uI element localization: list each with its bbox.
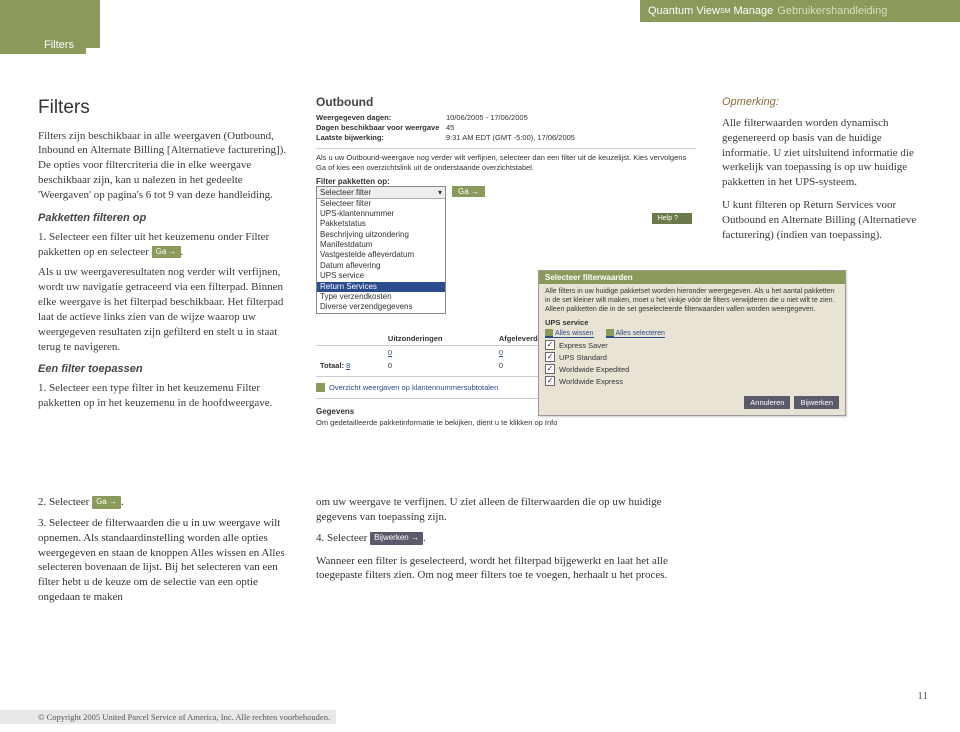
opt-ww-express: Worldwide Express: [559, 377, 623, 386]
bijwerken-button-inline: Bijwerken →: [370, 532, 423, 545]
note-p2: U kunt filteren op Return Services voor …: [722, 198, 930, 243]
checkbox-icon[interactable]: ✓: [545, 364, 555, 374]
cancel-button[interactable]: Annuleren: [744, 396, 790, 409]
clear-text: Alles wissen: [555, 330, 594, 338]
step-2: 2. Selecteer Ga →.: [38, 495, 298, 510]
square-icon: [606, 329, 614, 337]
filter-dropdown[interactable]: Selecteer filter ▾ Selecteer filter UPS-k…: [316, 186, 446, 314]
opt-10[interactable]: Diverse verzendgegevens: [317, 302, 445, 312]
ss-filter-label: Filter pakketten op:: [316, 177, 696, 186]
select-all-text: Alles selecteren: [616, 330, 665, 338]
popup-title: Selecteer filterwaarden: [539, 271, 845, 284]
step-2-text: 2. Selecteer: [38, 496, 92, 508]
go-button-inline: Ga →: [152, 246, 181, 259]
filterpath-paragraph: Als u uw weergaveresultaten nog verder w…: [38, 265, 298, 354]
checkbox-row[interactable]: ✓ Worldwide Express: [545, 376, 839, 386]
ss-title: Outbound: [316, 95, 696, 109]
apply-step-1: 1. Selecteer een type filter in het keuz…: [38, 381, 298, 411]
total-8[interactable]: 8: [346, 361, 350, 370]
go-button-inline: Ga →: [92, 496, 121, 509]
square-icon: [316, 383, 325, 392]
subhead-filter-on: Pakketten filteren op: [38, 211, 298, 226]
opt-4[interactable]: Manifestdatum: [317, 240, 445, 250]
help-label: Help: [658, 215, 672, 222]
meta-label-days: Weergegeven dagen:: [316, 113, 446, 122]
ss-footer-text: Om gedetailleerde pakketinformatie te be…: [316, 418, 696, 427]
opt-1[interactable]: UPS-klantennummer: [317, 209, 445, 219]
help-button[interactable]: Help ?: [652, 213, 692, 224]
popup-link-row: Alles wissen Alles selecteren: [545, 329, 839, 338]
go-button[interactable]: Ga →: [452, 186, 485, 197]
sm-mark: SM: [720, 8, 731, 15]
meta-label-avail: Dagen beschikbaar voor weergave: [316, 123, 446, 132]
total-ex: 0: [384, 359, 495, 372]
opt-ups-standard: UPS Standard: [559, 353, 607, 362]
step-3-continued: om uw weergave te verfijnen. U ziet alle…: [316, 495, 696, 525]
bottom-left-col: 2. Selecteer Ga →. 3. Selecteer de filte…: [38, 495, 298, 611]
th-blank: [316, 332, 384, 346]
module-name: Manage: [734, 5, 774, 17]
meta-value-avail: 45: [446, 123, 696, 132]
th-exceptions: Uitzonderingen: [384, 332, 495, 346]
product-name: Quantum View: [648, 5, 720, 17]
checkbox-icon[interactable]: ✓: [545, 352, 555, 362]
step-3: 3. Selecteer de filterwaarden die u in u…: [38, 516, 298, 605]
chevron-down-icon: ▾: [438, 188, 442, 197]
meta-value-updated: 9:31 AM EDT (GMT -5:00), 17/06/2005: [446, 133, 696, 142]
checkbox-row[interactable]: ✓ UPS Standard: [545, 352, 839, 362]
opt-6[interactable]: Datum aflevering: [317, 261, 445, 271]
popup-subhead: UPS service: [545, 318, 839, 327]
top-bar: Quantum View SM Manage Gebruikershandlei…: [0, 0, 960, 48]
checkbox-row[interactable]: ✓ Worldwide Expedited: [545, 364, 839, 374]
copyright: © Copyright 2005 United Parcel Service o…: [32, 710, 336, 724]
overview-link-text: Overzicht weergaven op klantennummersubt…: [329, 383, 498, 392]
subhead-apply-filter: Een filter toepassen: [38, 362, 298, 377]
page-number: 11: [917, 690, 928, 702]
ss-meta: Weergegeven dagen:10/06/2005 - 17/06/200…: [316, 113, 696, 142]
doc-title-bar: Quantum View SM Manage Gebruikershandlei…: [640, 0, 960, 22]
closing-paragraph: Wanneer een filter is geselecteerd, word…: [316, 554, 696, 584]
step-4-text: 4. Selecteer: [316, 532, 370, 544]
select-head-text: Selecteer filter: [320, 188, 371, 197]
square-icon: [545, 329, 553, 337]
opt-8-selected[interactable]: Return Services: [317, 282, 445, 292]
checkbox-icon[interactable]: ✓: [545, 340, 555, 350]
doc-subtitle: Gebruikershandleiding: [777, 5, 887, 17]
left-column: Filters Filters zijn beschikbaar in alle…: [38, 95, 298, 427]
checkbox-icon[interactable]: ✓: [545, 376, 555, 386]
note-heading: Opmerking:: [722, 95, 930, 110]
help-icon: ?: [674, 215, 678, 222]
intro-paragraph: Filters zijn beschikbaar in alle weergav…: [38, 129, 298, 203]
divider: [316, 148, 696, 149]
update-button[interactable]: Bijwerken: [794, 396, 839, 409]
opt-5[interactable]: Vastgestelde afleverdatum: [317, 250, 445, 260]
meta-label-updated: Laatste bijwerking:: [316, 133, 446, 142]
cell-ex[interactable]: 0: [384, 345, 495, 359]
opt-express-saver: Express Saver: [559, 341, 608, 350]
opt-ww-expedited: Worldwide Expedited: [559, 365, 629, 374]
opt-2[interactable]: Pakketstatus: [317, 219, 445, 229]
ss-instruction: Als u uw Outbound-weergave nog verder wi…: [316, 153, 696, 173]
opt-3[interactable]: Beschrijving uitzondering: [317, 230, 445, 240]
opt-7[interactable]: UPS service: [317, 271, 445, 281]
filter-values-popup: Selecteer filterwaarden Alle filters in …: [538, 270, 846, 416]
bottom-mid-col: om uw weergave te verfijnen. U ziet alle…: [316, 495, 696, 611]
step-1: 1. Selecteer een filter uit het keuzemen…: [38, 230, 298, 260]
popup-body-text: Alle filters in uw huidige pakketset wor…: [545, 288, 839, 314]
middle-column: Outbound Weergegeven dagen:10/06/2005 - …: [316, 95, 696, 427]
page-title: Filters: [38, 95, 298, 121]
step-4: 4. Selecteer Bijwerken →.: [316, 531, 696, 546]
total-label: Totaal:: [320, 361, 344, 370]
clear-all-link[interactable]: Alles wissen: [545, 329, 594, 338]
opt-9[interactable]: Type verzendkosten: [317, 292, 445, 302]
section-tab: Filters: [38, 36, 86, 54]
checkbox-row[interactable]: ✓ Express Saver: [545, 340, 839, 350]
select-all-link[interactable]: Alles selecteren: [606, 329, 665, 338]
opt-0[interactable]: Selecteer filter: [317, 199, 445, 209]
note-p1: Alle filterwaarden worden dynamisch gege…: [722, 116, 930, 190]
meta-value-days: 10/06/2005 - 17/06/2005: [446, 113, 696, 122]
dropdown-list: Selecteer filter UPS-klantennummer Pakke…: [317, 199, 445, 313]
